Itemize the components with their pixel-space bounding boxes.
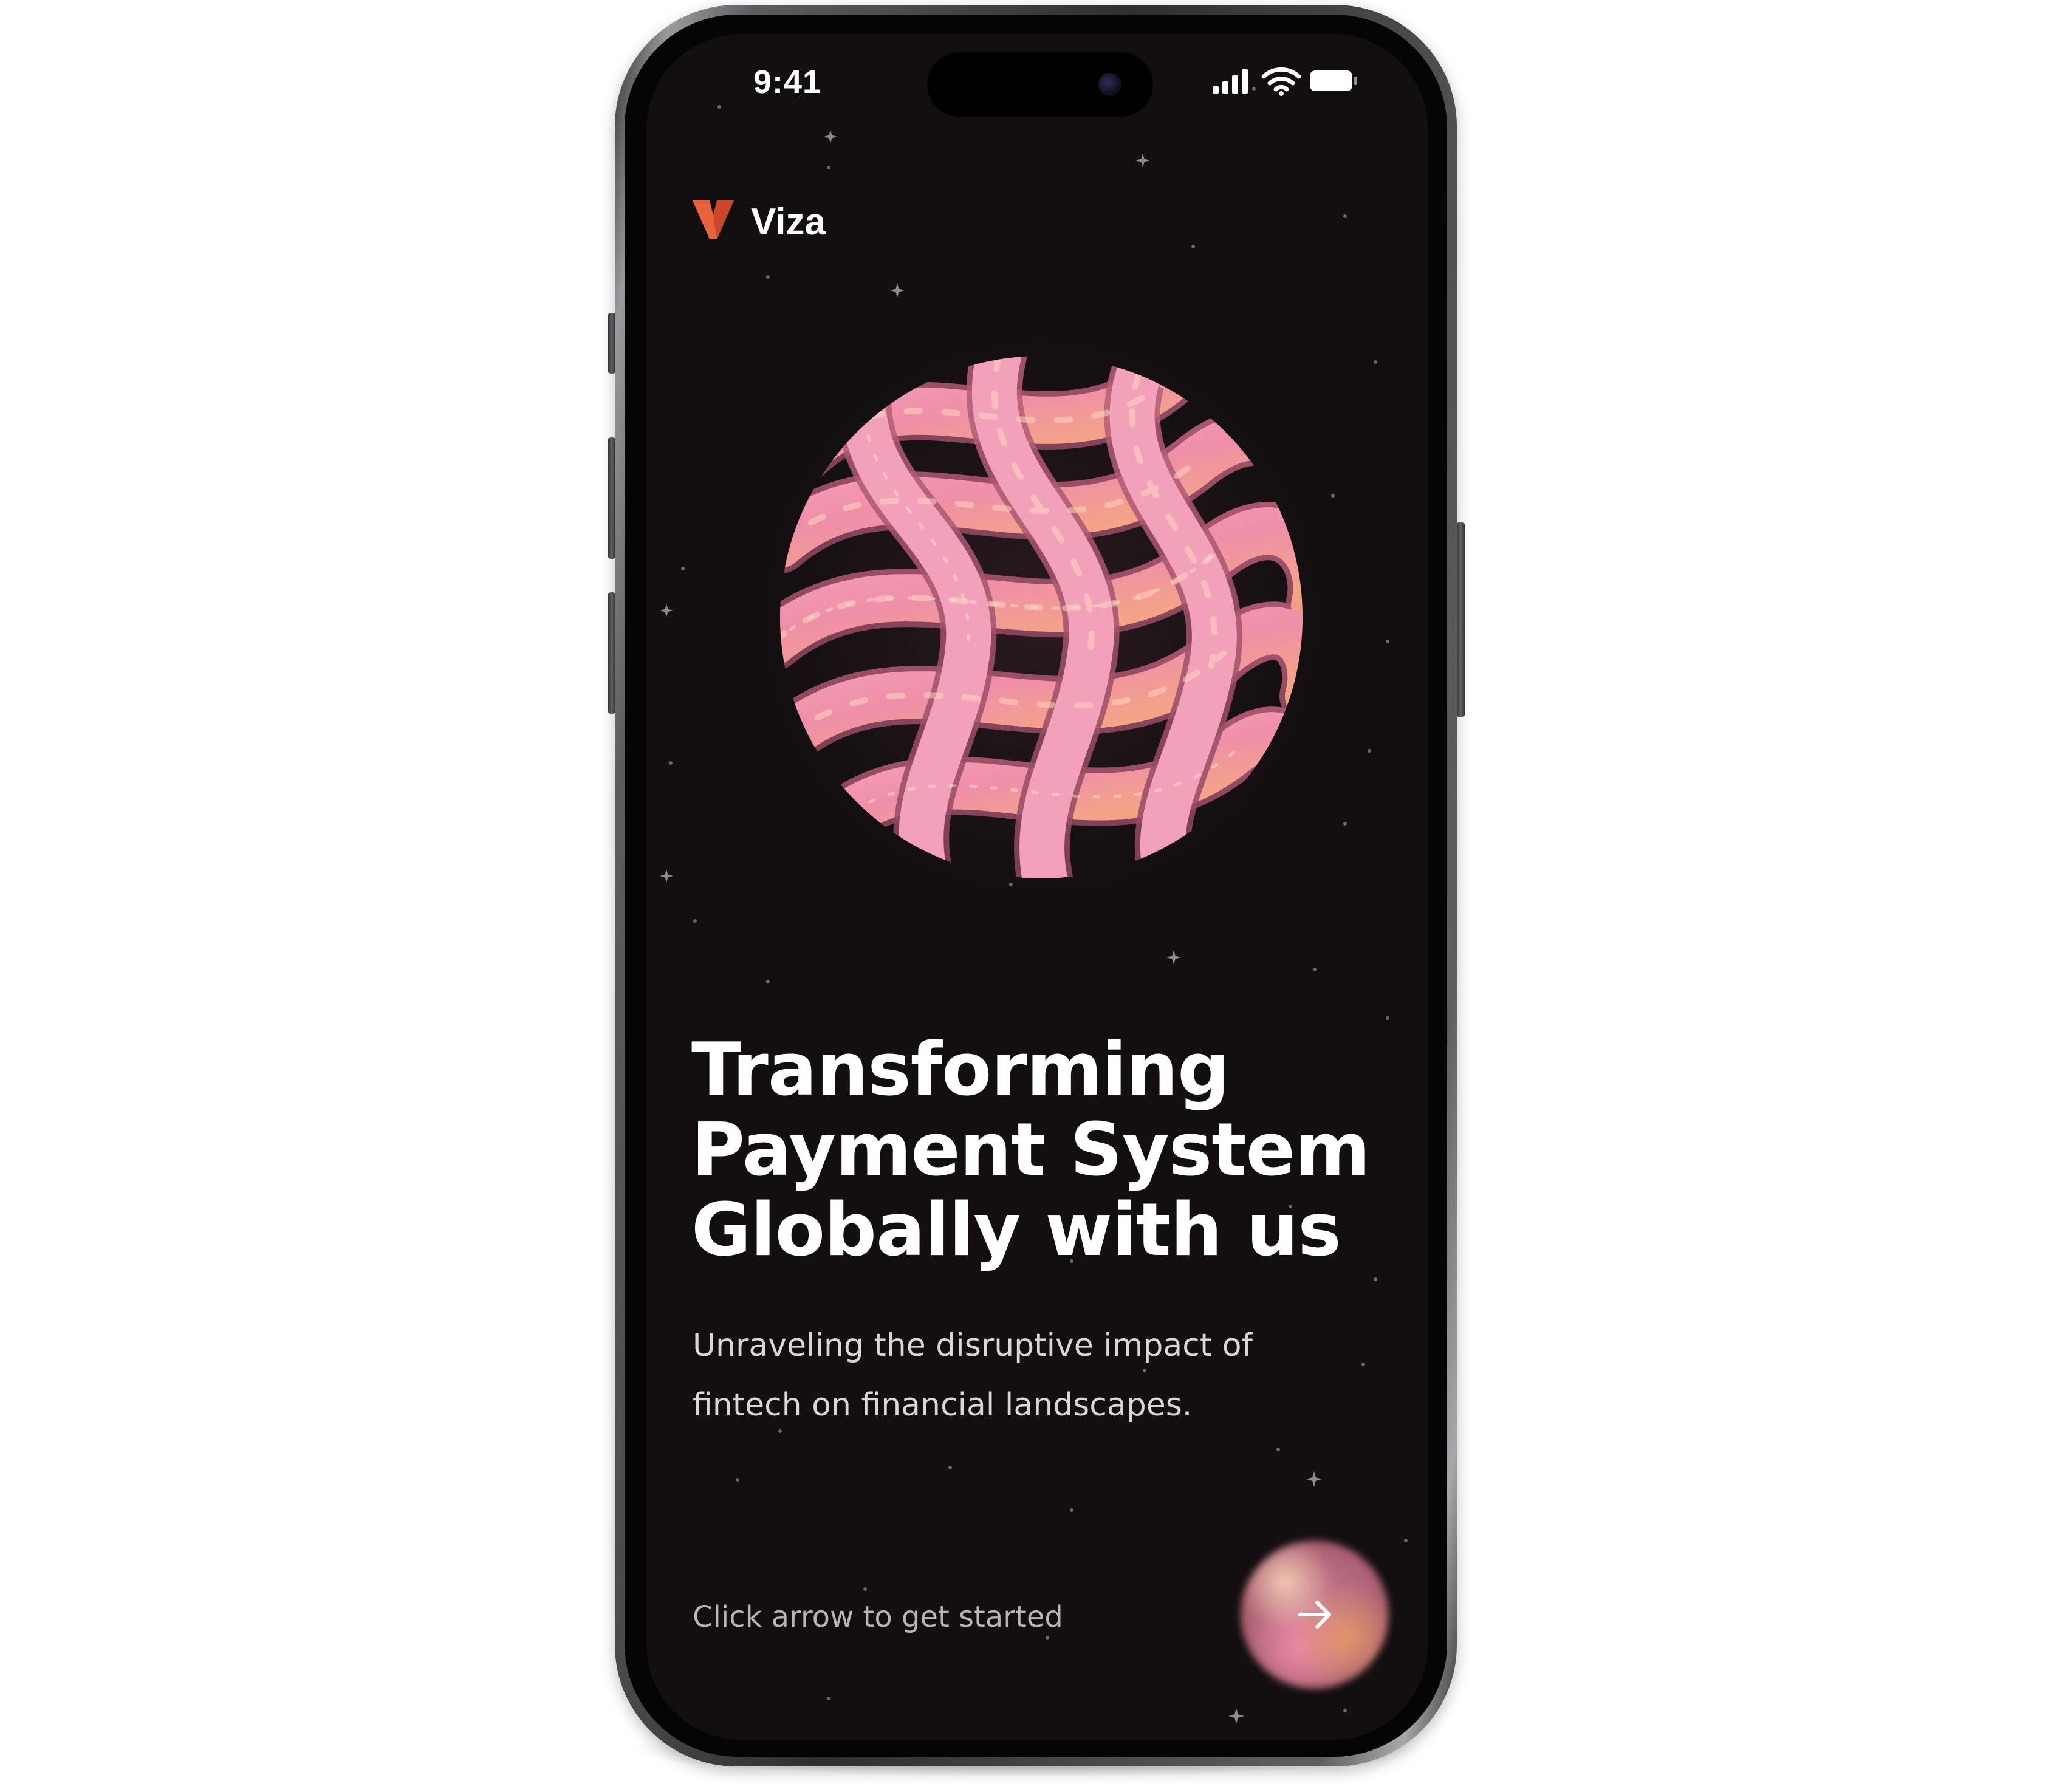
pink-3d-tube-sphere-icon: [756, 332, 1327, 903]
status-icons: [1211, 67, 1369, 97]
dynamic-island: [927, 52, 1153, 117]
front-camera-icon: [1098, 73, 1121, 96]
subheadline-line: Unraveling the disruptive impact of: [693, 1327, 1253, 1364]
v-logo-icon: [693, 200, 734, 239]
app-screen: 9:41 Viza Transforming Payment System Gl…: [646, 34, 1428, 1740]
subheadline-line: fintech on financial landscapes.: [693, 1387, 1193, 1423]
arrow-right-icon: [1298, 1601, 1331, 1629]
status-bar: 9:41: [646, 34, 1428, 125]
headline: Transforming Payment System Globally wit…: [691, 1030, 1408, 1271]
brand-name: Viza: [751, 201, 826, 243]
headline-line: Payment System: [691, 1108, 1371, 1192]
get-started-arrow-button[interactable]: [1241, 1541, 1389, 1689]
headline-line: Globally with us: [691, 1188, 1341, 1273]
power-button: [1456, 522, 1465, 717]
headline-line: Transforming: [691, 1028, 1230, 1112]
mockup-stage: 9:41 Viza Transforming Payment System Gl…: [0, 0, 2051, 1792]
get-started-hint: Click arrow to get started: [693, 1600, 1063, 1634]
wifi-icon: [1261, 67, 1301, 96]
cellular-signal-icon: [1213, 69, 1248, 94]
status-time: 9:41: [753, 64, 822, 100]
subheadline: Unraveling the disruptive impact of fint…: [693, 1316, 1361, 1435]
